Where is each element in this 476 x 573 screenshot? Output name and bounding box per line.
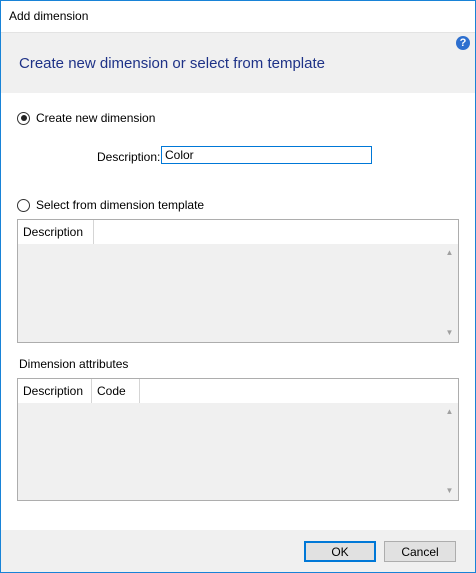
scroll-down-icon[interactable]: ▼ [441, 326, 458, 340]
create-new-label: Create new dimension [36, 111, 156, 125]
description-input[interactable] [161, 146, 372, 164]
dialog-heading: Create new dimension or select from temp… [19, 55, 325, 72]
dialog-footer: OK Cancel [1, 530, 475, 572]
title-bar: Add dimension [1, 1, 475, 32]
description-label: Description: [97, 150, 161, 164]
template-grid-header: Description [18, 220, 458, 244]
column-header-code[interactable]: Code [92, 379, 140, 403]
select-template-radio[interactable] [17, 198, 30, 212]
add-dimension-dialog: Add dimension ? Create new dimension or … [0, 0, 476, 573]
attributes-grid-header: Description Code [18, 379, 458, 403]
scroll-up-icon[interactable]: ▲ [441, 405, 458, 419]
select-template-option[interactable]: Select from dimension template [17, 197, 204, 213]
window-title: Add dimension [9, 9, 89, 23]
attributes-grid[interactable]: Description Code ▲ ▼ [17, 378, 459, 501]
template-grid-scrollbar[interactable]: ▲ ▼ [441, 244, 458, 342]
column-header-description[interactable]: Description [18, 220, 94, 244]
scroll-down-icon[interactable]: ▼ [441, 484, 458, 498]
create-new-option[interactable]: Create new dimension [17, 110, 155, 126]
scroll-up-icon[interactable]: ▲ [441, 246, 458, 260]
help-icon[interactable]: ? [456, 36, 470, 50]
column-header-description[interactable]: Description [18, 379, 92, 403]
ok-button[interactable]: OK [304, 541, 376, 562]
attributes-grid-scrollbar[interactable]: ▲ ▼ [441, 403, 458, 500]
create-new-radio[interactable] [17, 111, 30, 125]
template-grid[interactable]: Description ▲ ▼ [17, 219, 459, 343]
cancel-button[interactable]: Cancel [384, 541, 456, 562]
dialog-header: ? Create new dimension or select from te… [1, 32, 475, 93]
select-template-label: Select from dimension template [36, 198, 205, 212]
dimension-attributes-label: Dimension attributes [19, 357, 129, 371]
